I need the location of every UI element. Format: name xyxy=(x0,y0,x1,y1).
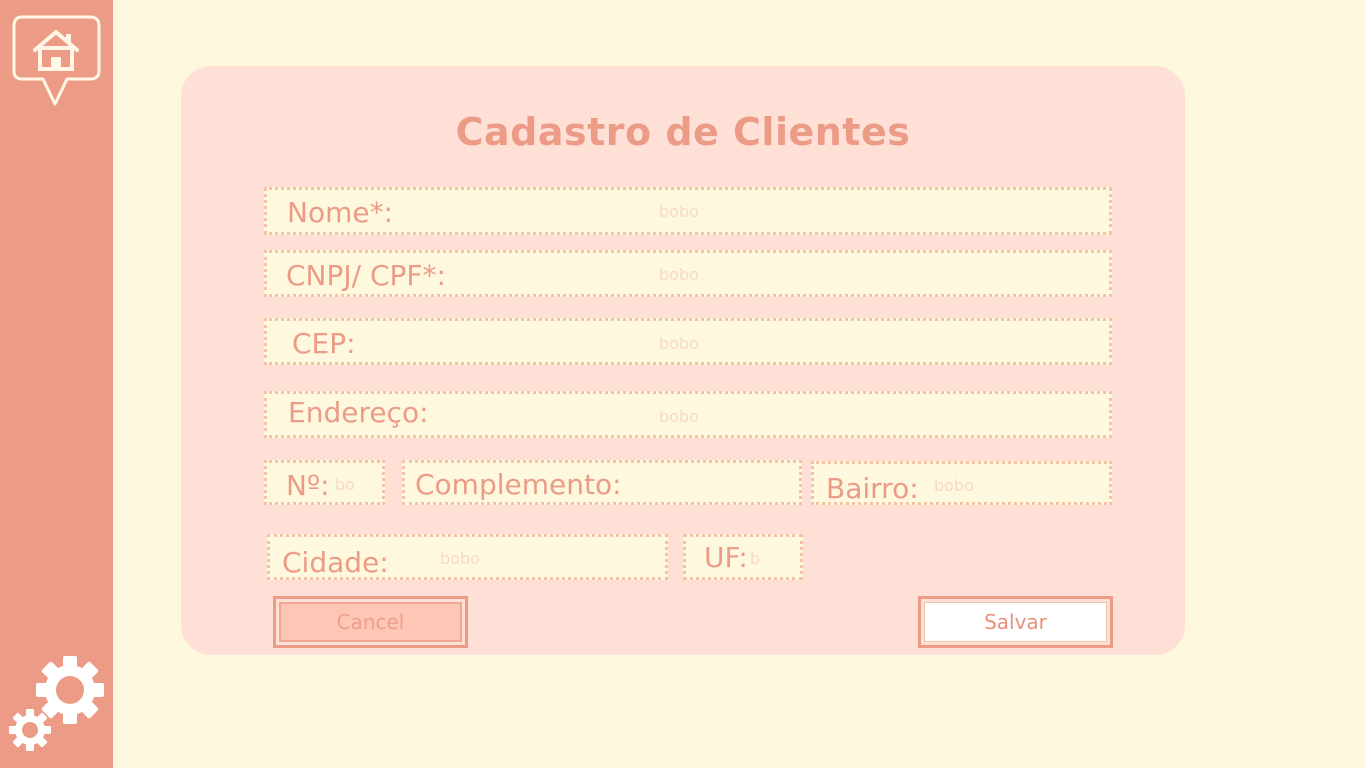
numero-placeholder: bo xyxy=(335,475,355,494)
cnpj-cpf-label: CNPJ/ CPF*: xyxy=(286,259,446,292)
cidade-field[interactable]: Cidade: bobo xyxy=(267,534,668,580)
cidade-placeholder: bobo xyxy=(440,549,480,568)
page-title: Cadastro de Clientes xyxy=(455,110,911,154)
bairro-field[interactable]: Bairro: bobo xyxy=(811,461,1112,505)
nome-field[interactable]: Nome*: bobo xyxy=(264,187,1112,235)
cnpj-cpf-placeholder: bobo xyxy=(659,265,699,284)
cep-field[interactable]: CEP: bobo xyxy=(264,318,1112,365)
cep-placeholder: bobo xyxy=(659,334,699,353)
cep-label: CEP: xyxy=(292,327,356,360)
numero-field[interactable]: Nº: bo xyxy=(264,460,385,505)
numero-label: Nº: xyxy=(286,469,330,502)
cancel-button[interactable]: Cancel xyxy=(273,596,468,648)
cnpj-cpf-field[interactable]: CNPJ/ CPF*: bobo xyxy=(264,250,1112,297)
complemento-field[interactable]: Complemento: xyxy=(402,460,802,505)
endereco-label: Endereço: xyxy=(288,396,429,429)
complemento-label: Complemento: xyxy=(415,468,622,501)
settings-gear-icon[interactable] xyxy=(8,655,108,755)
home-icon[interactable] xyxy=(12,14,102,108)
nome-placeholder: bobo xyxy=(659,202,699,221)
uf-field[interactable]: UF: b xyxy=(683,534,803,580)
endereco-field[interactable]: Endereço: bobo xyxy=(264,391,1112,438)
uf-label: UF: xyxy=(704,541,748,574)
cidade-label: Cidade: xyxy=(282,546,389,579)
endereco-placeholder: bobo xyxy=(659,407,699,426)
bairro-placeholder: bobo xyxy=(934,476,974,495)
save-button-label: Salvar xyxy=(924,602,1107,642)
nome-label: Nome*: xyxy=(287,196,394,229)
uf-placeholder: b xyxy=(750,549,761,568)
bairro-label: Bairro: xyxy=(826,472,919,505)
save-button[interactable]: Salvar xyxy=(918,596,1113,648)
cancel-button-label: Cancel xyxy=(279,602,462,642)
